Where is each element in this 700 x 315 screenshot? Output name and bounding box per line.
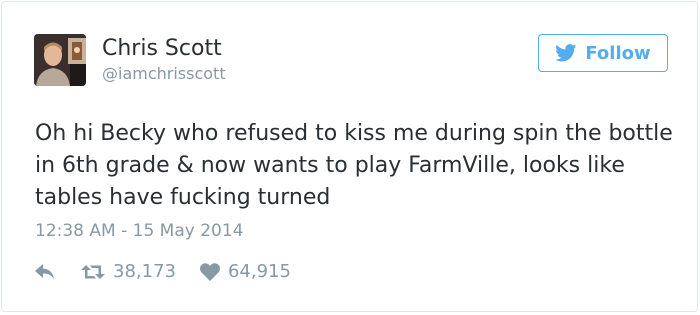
reply-button[interactable] [35,264,55,280]
author-display-name[interactable]: Chris Scott [102,36,222,62]
tweet-card: Chris Scott @iamchrisscott Follow Oh hi … [1,1,698,312]
avatar[interactable] [34,34,86,86]
tweet-text: Oh hi Becky who refused to kiss me durin… [35,121,673,210]
retweet-icon [81,263,105,281]
follow-button[interactable]: Follow [538,34,668,72]
reply-icon [35,264,55,280]
tweet-timestamp[interactable]: 12:38 AM - 15 May 2014 [35,220,243,242]
user-avatar-image [34,34,86,86]
like-button[interactable]: 64,915 [199,261,291,283]
retweet-count: 38,173 [113,261,176,282]
retweet-button[interactable]: 38,173 [81,261,176,283]
tweet-actions: 38,173 64,915 [35,261,291,283]
follow-button-label: Follow [585,42,651,64]
like-count: 64,915 [227,261,291,282]
heart-icon [199,263,220,281]
author-handle[interactable]: @iamchrisscott [102,64,226,84]
twitter-bird-icon [555,44,577,62]
